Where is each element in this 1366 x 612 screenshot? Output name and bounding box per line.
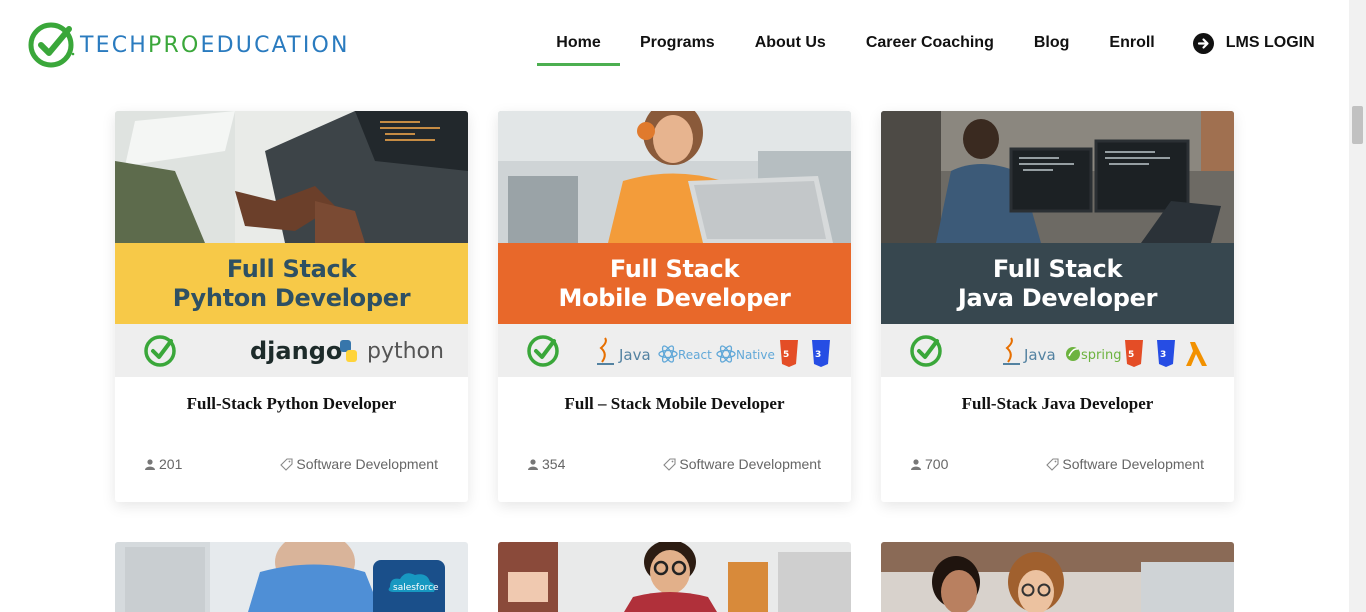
course-meta: 354 Software Development <box>528 456 821 472</box>
course-card-partial[interactable] <box>498 542 851 612</box>
banner-line-1: Full Stack <box>226 254 357 283</box>
course-photo-man-monitors <box>881 111 1234 243</box>
course-meta: 201 Software Development <box>145 456 438 472</box>
django-logo-icon: django <box>250 337 342 365</box>
course-category[interactable]: Software Development <box>663 456 821 472</box>
user-icon <box>911 458 921 470</box>
nav-lms-login[interactable]: LMS LOGIN <box>1192 22 1315 66</box>
banner-line-2: Java Developer <box>957 283 1158 312</box>
arrow-right-circle-icon <box>1192 33 1214 54</box>
course-card[interactable]: Full Stack Java Developer Java spring 5 … <box>881 111 1234 502</box>
student-count: 201 <box>145 456 182 472</box>
student-count: 354 <box>528 456 565 472</box>
course-thumbnail[interactable]: Full Stack Java Developer Java spring 5 … <box>881 111 1234 377</box>
svg-text:3: 3 <box>815 350 821 360</box>
course-title[interactable]: Full-Stack Python Developer <box>115 394 468 414</box>
css3-logo-icon: 3 <box>812 340 830 367</box>
page-scrollbar[interactable] <box>1349 0 1366 612</box>
svg-text:Native: Native <box>736 348 775 362</box>
course-card[interactable]: Full Stack Mobile Developer Java React N… <box>498 111 851 502</box>
course-photo-salesforce: salesforce <box>115 542 468 612</box>
tag-icon <box>1046 457 1059 471</box>
nav-enroll[interactable]: Enroll <box>1109 22 1154 66</box>
nav-about-us[interactable]: About Us <box>755 22 826 66</box>
svg-text:5: 5 <box>1128 350 1134 360</box>
tech-logos-bar: Java React Native 5 3 <box>498 324 851 377</box>
course-photo-man-glasses <box>498 542 851 612</box>
nav-programs[interactable]: Programs <box>640 22 715 66</box>
course-thumbnail[interactable]: Full Stack Pyhton Developer django pytho… <box>115 111 468 377</box>
site-header: TECHPROEDUCATION Home Programs About Us … <box>0 0 1349 90</box>
banner-line-1: Full Stack <box>992 254 1123 283</box>
course-banner: Full Stack Mobile Developer <box>498 243 851 324</box>
course-title[interactable]: Full – Stack Mobile Developer <box>498 394 851 414</box>
course-banner: Full Stack Pyhton Developer <box>115 243 468 324</box>
svg-text:3: 3 <box>1160 350 1166 360</box>
course-banner: Full Stack Java Developer <box>881 243 1234 324</box>
python-logo-icon: python <box>340 339 444 364</box>
student-count: 700 <box>911 456 948 472</box>
check-circle-icon <box>144 335 176 367</box>
css3-logo-icon: 3 <box>1157 340 1175 367</box>
banner-line-2: Pyhton Developer <box>172 283 411 312</box>
html5-logo-icon: 5 <box>1125 340 1143 367</box>
check-circle-icon <box>527 335 559 367</box>
nav-career-coaching[interactable]: Career Coaching <box>866 22 994 66</box>
html5-logo-icon: 5 <box>780 340 798 367</box>
check-circle-icon <box>910 335 942 367</box>
react-native-logo-icon <box>716 345 736 363</box>
aws-lambda-logo-icon <box>1186 342 1207 366</box>
svg-text:python: python <box>367 339 444 364</box>
tech-logos-bar: django python <box>115 324 468 377</box>
course-category[interactable]: Software Development <box>1046 456 1204 472</box>
lms-login-label: LMS LOGIN <box>1225 34 1315 51</box>
course-thumbnail[interactable]: Full Stack Mobile Developer Java React N… <box>498 111 851 377</box>
user-icon <box>145 458 155 470</box>
main-nav: Home Programs About Us Career Coaching B… <box>537 22 1315 66</box>
nav-blog[interactable]: Blog <box>1034 22 1070 66</box>
logo-wordmark: TECHPROEDUCATION <box>80 32 350 58</box>
tag-icon <box>663 457 676 471</box>
svg-text:5: 5 <box>783 350 789 360</box>
svg-text:spring: spring <box>1081 348 1121 363</box>
svg-text:Java: Java <box>618 346 651 364</box>
course-meta: 700 Software Development <box>911 456 1204 472</box>
scrollbar-thumb[interactable] <box>1352 106 1363 144</box>
tag-icon <box>280 457 293 471</box>
svg-text:Java: Java <box>1023 346 1056 364</box>
svg-text:React: React <box>678 348 712 362</box>
course-card-partial[interactable] <box>881 542 1234 612</box>
react-logo-icon <box>658 345 678 363</box>
course-photo-laptop-typing <box>115 111 468 243</box>
course-title[interactable]: Full-Stack Java Developer <box>881 394 1234 414</box>
course-category[interactable]: Software Development <box>280 456 438 472</box>
spring-logo-icon: spring <box>1066 347 1121 363</box>
tech-logos-bar: Java spring 5 3 <box>881 324 1234 377</box>
java-logo-icon: Java <box>597 337 651 365</box>
user-icon <box>528 458 538 470</box>
site-logo[interactable]: TECHPROEDUCATION <box>28 18 428 72</box>
nav-home[interactable]: Home <box>537 22 620 66</box>
java-logo-icon: Java <box>1003 337 1056 365</box>
course-card-partial[interactable]: salesforce <box>115 542 468 612</box>
course-photo-team-laptop <box>881 542 1234 612</box>
banner-line-2: Mobile Developer <box>558 283 791 312</box>
course-photo-woman-laptop <box>498 111 851 243</box>
course-card[interactable]: Full Stack Pyhton Developer django pytho… <box>115 111 468 502</box>
salesforce-logo-icon: salesforce <box>393 583 439 593</box>
check-circle-logo-icon <box>28 20 78 70</box>
banner-line-1: Full Stack <box>609 254 740 283</box>
